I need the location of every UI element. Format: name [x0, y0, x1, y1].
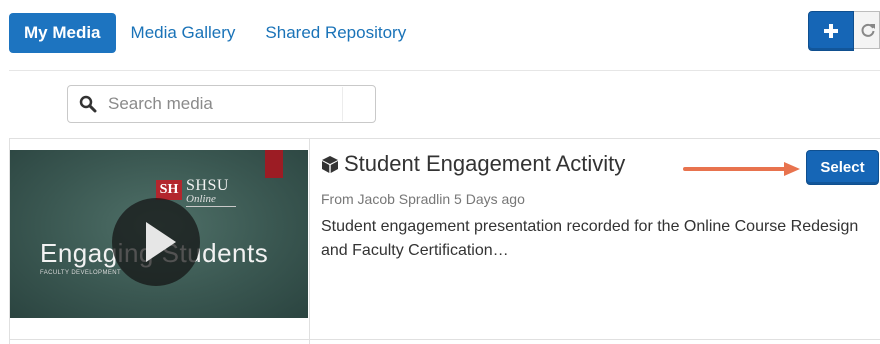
annotation-arrow [683, 162, 800, 176]
card-bottom-border [9, 339, 880, 340]
search-icon [79, 95, 97, 113]
cube-icon [322, 155, 338, 173]
card-top-border [9, 138, 880, 139]
thumbnail-bookmark [265, 150, 283, 178]
media-tabs: My Media Media Gallery Shared Repository [9, 13, 421, 53]
play-button[interactable] [112, 198, 200, 286]
tab-my-media[interactable]: My Media [9, 13, 116, 53]
tab-shared-repository[interactable]: Shared Repository [250, 13, 421, 53]
shsu-logo-sub: Online [186, 193, 216, 205]
tab-media-gallery[interactable]: Media Gallery [116, 13, 251, 53]
search-input[interactable] [108, 86, 336, 122]
media-title-row: Student Engagement Activity [322, 151, 625, 177]
top-actions [808, 11, 880, 51]
media-title[interactable]: Student Engagement Activity [344, 151, 625, 177]
refresh-icon [861, 23, 875, 37]
refresh-button[interactable] [854, 11, 880, 49]
media-meta: From Jacob Spradlin 5 Days ago [321, 191, 525, 207]
media-thumbnail[interactable]: SH SHSU Online Engaging Students FACULTY… [10, 150, 308, 318]
add-media-button[interactable] [808, 11, 854, 51]
media-description: Student engagement presentation recorded… [321, 218, 859, 259]
shsu-logo-badge: SH [156, 180, 182, 200]
header-divider [9, 70, 880, 71]
plus-icon [824, 24, 838, 38]
search-box [67, 85, 376, 123]
logo-underline [186, 206, 236, 207]
card-column-divider [309, 139, 310, 344]
search-separator [342, 87, 343, 121]
select-button[interactable]: Select [806, 150, 879, 185]
play-icon [146, 222, 176, 262]
thumbnail-subtitle: FACULTY DEVELOPMENT [40, 270, 122, 276]
